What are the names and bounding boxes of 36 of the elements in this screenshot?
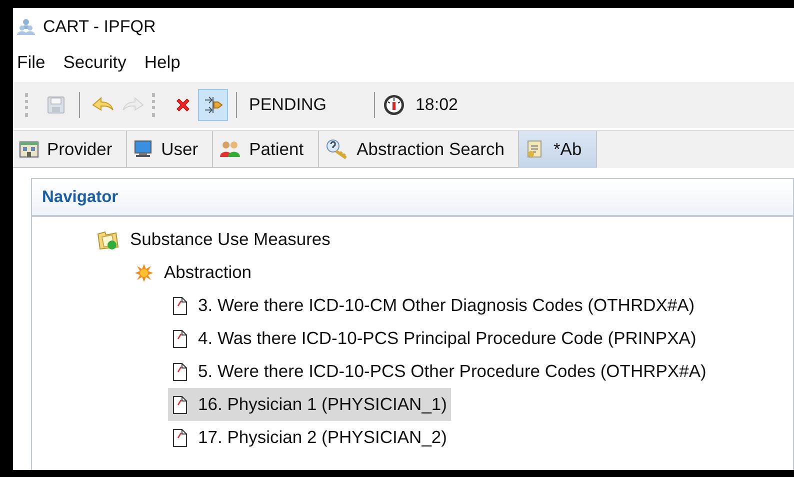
close-icon	[175, 97, 191, 113]
tab[interactable]: *Ab	[519, 131, 597, 168]
tree-item[interactable]: 17. Physician 2 (PHYSICIAN_2)	[168, 421, 451, 454]
people-icon	[17, 18, 35, 36]
menu-item[interactable]: Help	[142, 50, 182, 75]
gauge-icon	[383, 94, 406, 116]
tree-item[interactable]: 4. Was there ICD-10-PCS Principal Procedure Code (PRINPXA)	[168, 322, 700, 355]
document-icon	[172, 296, 188, 316]
tab[interactable]: Provider	[13, 131, 128, 168]
toolbar-button[interactable]	[198, 89, 228, 121]
save-icon	[46, 95, 66, 115]
arrows-icon	[203, 95, 223, 115]
document-icon	[172, 394, 188, 414]
sun-icon	[134, 262, 154, 282]
question-key-icon	[324, 138, 349, 160]
status-text: PENDING	[249, 95, 326, 115]
people-icon	[219, 140, 242, 158]
tree-item[interactable]: Abstraction	[130, 256, 256, 289]
document-icon	[172, 428, 188, 448]
window-title: CART - IPFQR	[43, 16, 156, 36]
document-icon	[172, 362, 188, 382]
tree-item[interactable]: 3. Were there ICD-10-CM Other Diagnosis Codes (OTHRDX#A)	[168, 289, 699, 322]
monitor-icon	[133, 140, 154, 158]
menu-item[interactable]: File	[15, 50, 48, 75]
tree-item[interactable]: 16. Physician 1 (PHYSICIAN_1)	[168, 388, 451, 421]
tree-item[interactable]: 5. Were there ICD-10-PCS Other Procedure Codes (OTHRPX#A)	[168, 355, 710, 388]
folder-icon	[96, 228, 120, 250]
document-icon	[172, 328, 188, 348]
menu-item[interactable]: Security	[61, 50, 128, 75]
tab[interactable]: Abstraction Search	[318, 131, 520, 168]
tab[interactable]: User	[127, 131, 214, 168]
panel-title: Navigator	[42, 188, 118, 206]
building-icon	[19, 140, 39, 158]
tab[interactable]: Patient	[213, 131, 319, 168]
time-text: 18:02	[415, 95, 458, 115]
tree-item[interactable]: Substance Use Measures	[92, 223, 334, 256]
